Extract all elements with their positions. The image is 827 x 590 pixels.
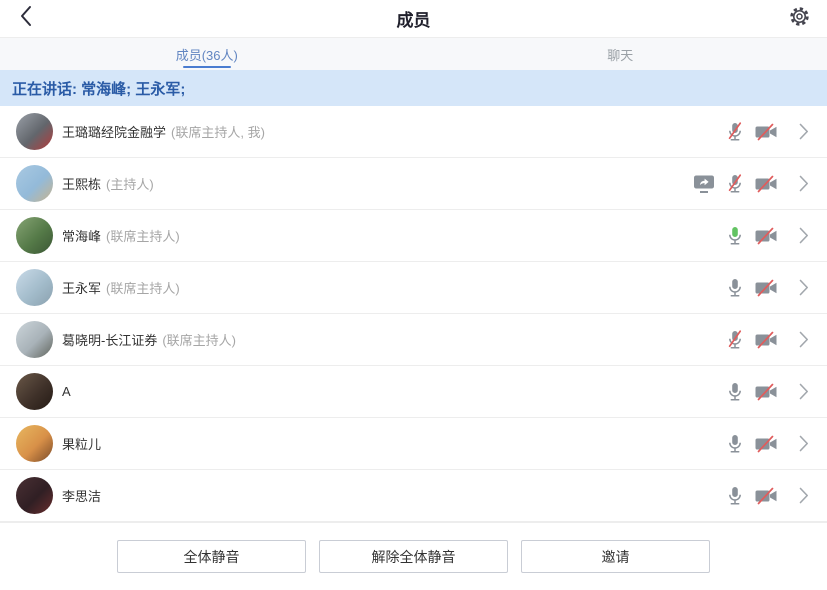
member-avatar bbox=[16, 373, 53, 410]
mic-icon bbox=[725, 329, 745, 351]
tab-active-underline bbox=[183, 66, 231, 68]
back-button[interactable] bbox=[8, 0, 42, 37]
chevron-right-icon bbox=[799, 435, 809, 452]
mute-all-button[interactable]: 全体静音 bbox=[117, 540, 306, 573]
footer-bar: 全体静音 解除全体静音 邀请 bbox=[0, 522, 827, 590]
mic-icon bbox=[725, 485, 745, 507]
camera-off-icon bbox=[754, 383, 778, 401]
chevron-right-icon bbox=[799, 383, 809, 400]
camera-off-icon bbox=[754, 435, 778, 453]
chevron-right-icon bbox=[799, 123, 809, 140]
unmute-all-button[interactable]: 解除全体静音 bbox=[319, 540, 508, 573]
mic-icon bbox=[725, 433, 745, 455]
chevron-right-icon bbox=[799, 331, 809, 348]
member-row[interactable]: 王璐璐经院金融学 (联席主持人, 我) bbox=[0, 106, 827, 158]
page-title: 成员 bbox=[397, 6, 431, 31]
member-row[interactable]: 王熙栋 (主持人) bbox=[0, 158, 827, 210]
camera-off-icon bbox=[754, 175, 778, 193]
mic-icon bbox=[725, 121, 745, 143]
gear-icon bbox=[788, 5, 811, 33]
member-row[interactable]: 果粒儿 bbox=[0, 418, 827, 470]
member-role: (主持人) bbox=[106, 174, 154, 193]
member-row[interactable]: 葛晓明-长江证券 (联席主持人) bbox=[0, 314, 827, 366]
mic-icon bbox=[725, 225, 745, 247]
tab-chat-label: 聊天 bbox=[607, 45, 633, 64]
member-avatar bbox=[16, 217, 53, 254]
member-name: 王熙栋 bbox=[62, 174, 101, 193]
member-role: (联席主持人, 我) bbox=[171, 122, 265, 141]
camera-off-icon bbox=[754, 331, 778, 349]
member-avatar bbox=[16, 165, 53, 202]
member-role: (联席主持人) bbox=[106, 278, 180, 297]
member-list: 王璐璐经院金融学 (联席主持人, 我) bbox=[0, 106, 827, 522]
member-role: (联席主持人) bbox=[106, 226, 180, 245]
speaking-banner-text: 正在讲话: 常海峰; 王永军; bbox=[12, 78, 185, 99]
chevron-right-icon bbox=[799, 279, 809, 296]
member-name: 王永军 bbox=[62, 278, 101, 297]
member-name: 李思洁 bbox=[62, 486, 101, 505]
member-row[interactable]: 王永军 (联席主持人) bbox=[0, 262, 827, 314]
tab-members[interactable]: 成员(36人) bbox=[0, 38, 414, 70]
camera-off-icon bbox=[754, 227, 778, 245]
camera-off-icon bbox=[754, 487, 778, 505]
member-name: 常海峰 bbox=[62, 226, 101, 245]
mic-icon bbox=[725, 381, 745, 403]
member-avatar bbox=[16, 321, 53, 358]
tab-chat[interactable]: 聊天 bbox=[414, 38, 827, 70]
chevron-right-icon bbox=[799, 175, 809, 192]
member-name: 王璐璐经院金融学 bbox=[62, 122, 166, 141]
chevron-right-icon bbox=[799, 487, 809, 504]
camera-off-icon bbox=[754, 123, 778, 141]
tab-bar: 成员(36人) 聊天 bbox=[0, 38, 827, 70]
member-name: 果粒儿 bbox=[62, 434, 101, 453]
member-avatar bbox=[16, 269, 53, 306]
member-avatar bbox=[16, 113, 53, 150]
camera-off-icon bbox=[754, 279, 778, 297]
member-row[interactable]: A bbox=[0, 366, 827, 418]
member-avatar bbox=[16, 477, 53, 514]
back-chevron-icon bbox=[19, 5, 32, 32]
member-role: (联席主持人) bbox=[162, 330, 236, 349]
member-avatar bbox=[16, 425, 53, 462]
mic-icon bbox=[725, 173, 745, 195]
chevron-right-icon bbox=[799, 227, 809, 244]
header: 成员 bbox=[0, 0, 827, 38]
settings-button[interactable] bbox=[781, 0, 817, 37]
invite-button[interactable]: 邀请 bbox=[521, 540, 710, 573]
member-row[interactable]: 常海峰 (联席主持人) bbox=[0, 210, 827, 262]
member-name: 葛晓明-长江证券 bbox=[62, 330, 157, 349]
speaking-banner: 正在讲话: 常海峰; 王永军; bbox=[0, 70, 827, 106]
member-row[interactable]: 李思洁 bbox=[0, 470, 827, 522]
tab-members-label: 成员(36人) bbox=[176, 45, 238, 64]
member-name: A bbox=[62, 384, 71, 399]
screen-share-icon bbox=[692, 174, 716, 194]
mic-icon bbox=[725, 277, 745, 299]
